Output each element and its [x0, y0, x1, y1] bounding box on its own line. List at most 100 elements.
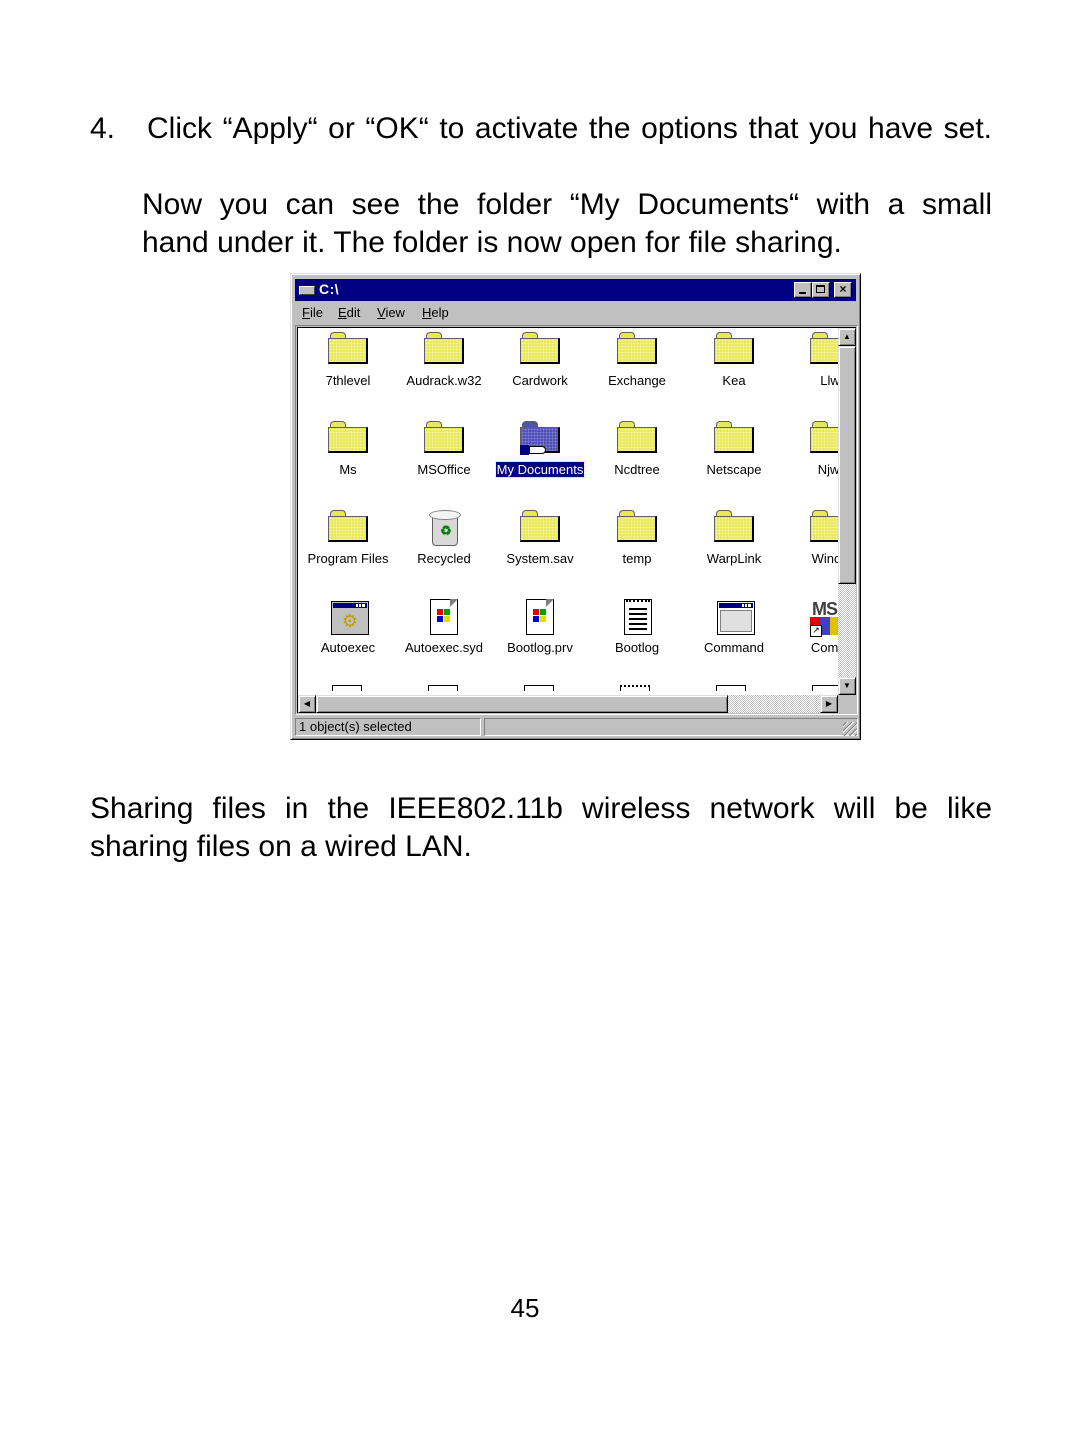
file-item-kea[interactable]: Kea	[686, 328, 782, 408]
shared-folder-icon	[520, 421, 562, 455]
file-item-my-documents[interactable]: My Documents	[492, 417, 588, 497]
folder-icon	[424, 421, 466, 455]
sharing-line-2: sharing files on a wired LAN.	[90, 830, 472, 863]
file-label: My Documents	[494, 461, 586, 478]
folder-icon	[328, 332, 370, 366]
file-label: Bootlog.prv	[507, 640, 573, 655]
file-label: Exchange	[608, 373, 666, 388]
folder-icon	[617, 332, 659, 366]
file-label: Autoexec.syd	[404, 640, 484, 655]
file-label: Command	[704, 640, 764, 655]
file-item-7thlevel[interactable]: 7thlevel	[300, 328, 396, 408]
file-label: Autoexec	[320, 640, 376, 655]
maximize-button[interactable]	[812, 282, 830, 298]
text-file-icon	[617, 599, 659, 635]
folder-icon	[617, 510, 659, 544]
note-line-2: hand under it. The folder is now open fo…	[142, 226, 842, 259]
folder-icon	[424, 332, 466, 366]
partial-file-icon	[332, 685, 362, 691]
menu-label: elp	[431, 305, 449, 320]
folder-icon	[520, 332, 562, 366]
note-line-1: Now you can see the folder “My Documents…	[142, 188, 992, 221]
menu-label: ile	[309, 305, 323, 320]
file-item-audrack[interactable]: Audrack.w32	[396, 328, 492, 408]
file-label: WarpLink	[706, 551, 762, 566]
arrow-down-icon: ▼	[843, 681, 851, 690]
close-icon: ×	[839, 282, 847, 296]
step-instruction: Click “Apply“ or “OK“ to activate the op…	[147, 112, 992, 145]
scroll-left-button[interactable]: ◀	[298, 695, 316, 713]
file-label: Cardwork	[512, 373, 568, 388]
scroll-up-button[interactable]: ▲	[838, 328, 856, 346]
file-item-program-files[interactable]: Program Files	[300, 506, 396, 586]
file-item-exchange[interactable]: Exchange	[589, 328, 685, 408]
file-item-warplink[interactable]: WarpLink	[686, 506, 782, 586]
menu-edit[interactable]: Edit	[338, 305, 360, 320]
status-selection: 1 object(s) selected	[295, 718, 481, 736]
file-item-netscape[interactable]: Netscape	[686, 417, 782, 497]
minimize-button[interactable]	[794, 282, 812, 298]
folder-icon	[617, 421, 659, 455]
file-label: Netscape	[706, 462, 762, 477]
drive-icon	[299, 286, 315, 295]
maximize-icon	[816, 285, 825, 293]
sharing-hand-icon	[520, 443, 546, 455]
step-number: 4.	[90, 112, 116, 145]
title-bar[interactable]: C:\ ×	[295, 279, 856, 301]
menu-help[interactable]: Help	[422, 305, 449, 320]
file-item-command[interactable]: Command	[686, 595, 782, 675]
file-label: 7thlevel	[325, 373, 371, 388]
file-label: Ncdtree	[614, 462, 660, 477]
file-list-pane: 7thlevel Audrack.w32 Cardwork Exchange K…	[295, 325, 858, 715]
file-item-cardwork[interactable]: Cardwork	[492, 328, 588, 408]
file-item-ms[interactable]: Ms	[300, 417, 396, 497]
folder-icon	[714, 510, 756, 544]
file-label: temp	[622, 551, 652, 566]
file-label: Audrack.w32	[406, 373, 482, 388]
file-item-ncdtree[interactable]: Ncdtree	[589, 417, 685, 497]
folder-icon	[328, 421, 370, 455]
menu-accel: F	[302, 305, 310, 320]
scroll-right-button[interactable]: ▶	[820, 695, 838, 713]
scroll-down-button[interactable]: ▼	[838, 677, 856, 695]
file-item-system-sav[interactable]: System.sav	[492, 506, 588, 586]
menu-label: dit	[346, 305, 361, 320]
folder-icon	[328, 510, 370, 544]
file-item-bootlog[interactable]: Bootlog	[589, 595, 685, 675]
icon-view: 7thlevel Audrack.w32 Cardwork Exchange K…	[297, 327, 856, 713]
vertical-scrollbar[interactable]: ▲ ▼	[838, 328, 856, 695]
system-file-icon	[520, 599, 562, 635]
resize-grip-icon[interactable]	[843, 722, 857, 736]
file-item-autoexec[interactable]: ⚙ Autoexec	[300, 595, 396, 675]
file-label: Bootlog	[614, 640, 660, 655]
horizontal-scrollbar[interactable]: ◀ ▶	[298, 695, 838, 713]
horizontal-scroll-thumb[interactable]	[316, 695, 728, 713]
menu-file[interactable]: File	[302, 305, 323, 320]
scrollbar-corner	[838, 695, 856, 713]
arrow-right-icon: ▶	[825, 699, 833, 708]
system-file-icon	[424, 599, 466, 635]
menu-accel: H	[422, 305, 432, 320]
file-label: Kea	[722, 373, 746, 388]
partial-file-icon	[716, 685, 746, 691]
arrow-up-icon: ▲	[843, 332, 851, 341]
file-item-autoexec-syd[interactable]: Autoexec.syd	[396, 595, 492, 675]
folder-icon	[714, 332, 756, 366]
page-number: 45	[510, 1293, 540, 1323]
vertical-scroll-thumb[interactable]	[838, 346, 856, 584]
file-label: System.sav	[506, 551, 574, 566]
folder-icon	[520, 510, 562, 544]
menu-bar: File Edit View Help	[295, 303, 856, 323]
menu-view[interactable]: View	[377, 305, 405, 320]
file-item-bootlog-prv[interactable]: Bootlog.prv	[492, 595, 588, 675]
file-item-msoffice[interactable]: MSOffice	[396, 417, 492, 497]
menu-accel: E	[338, 305, 347, 320]
file-item-recycled[interactable]: ♻ Recycled	[396, 506, 492, 586]
minimize-icon	[799, 292, 806, 294]
application-icon	[714, 599, 756, 635]
partial-file-icon	[620, 685, 650, 691]
close-button[interactable]: ×	[834, 282, 852, 298]
file-item-temp[interactable]: temp	[589, 506, 685, 586]
shortcut-arrow-icon: ↗	[810, 625, 822, 637]
status-bar: 1 object(s) selected	[295, 717, 858, 737]
